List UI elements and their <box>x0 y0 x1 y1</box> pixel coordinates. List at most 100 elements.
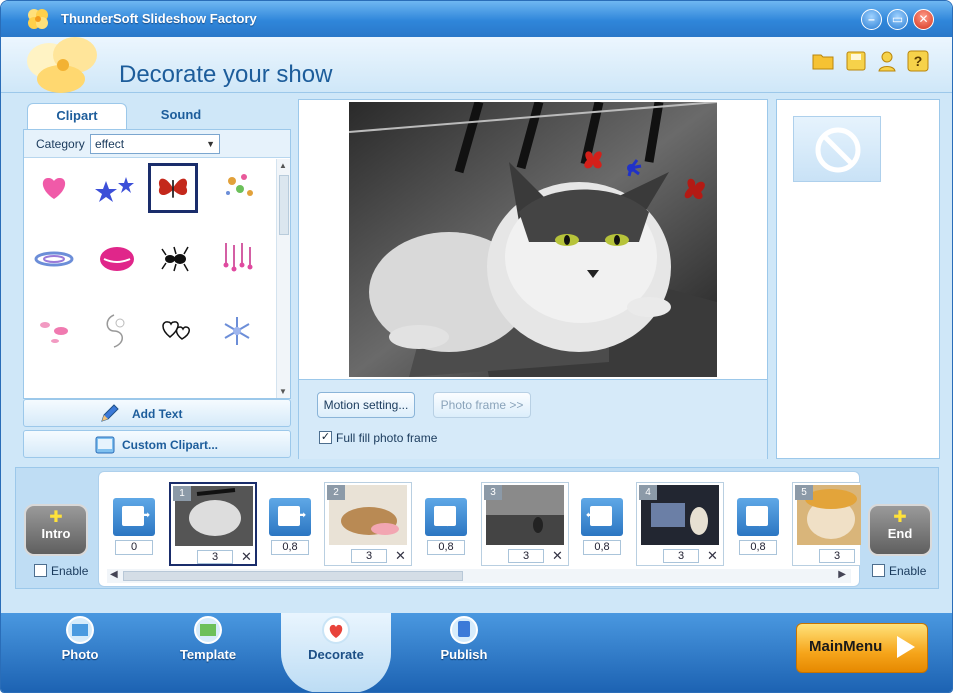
slide-duration[interactable]: 3 <box>197 550 233 564</box>
main-area: Clipart Sound Category effect ▼ ▲ ▼ Add … <box>1 93 952 613</box>
transition-duration[interactable]: 0 <box>115 540 153 555</box>
transition-duration[interactable]: 0,8 <box>427 540 465 555</box>
scroll-down-icon[interactable]: ▼ <box>279 387 287 396</box>
remove-slide-icon[interactable]: ✕ <box>707 548 718 564</box>
slide-duration[interactable]: 3 <box>351 549 387 563</box>
intro-button[interactable]: ✚ Intro <box>24 504 88 556</box>
motion-setting-button[interactable]: Motion setting... <box>317 392 415 418</box>
scroll-thumb[interactable] <box>279 175 289 235</box>
scroll-right-icon[interactable]: ▶ <box>838 569 846 580</box>
remove-slide-icon[interactable]: ✕ <box>552 548 563 564</box>
remove-slide-icon[interactable]: ✕ <box>241 549 252 565</box>
no-entry-icon <box>815 127 861 173</box>
end-enable-label[interactable]: Enable <box>889 564 926 578</box>
transition-item[interactable]: ⬇ 0,8 <box>737 498 779 556</box>
clipart-drops-icon[interactable] <box>212 233 262 283</box>
nav-decorate-label: Decorate <box>308 647 364 662</box>
photo-frame-button[interactable]: Photo frame >> <box>433 392 531 418</box>
slide-item[interactable]: 1 3 ✕ <box>169 482 257 566</box>
transition-icon: ➡ <box>269 498 311 536</box>
nav-photo[interactable]: Photo <box>25 613 135 692</box>
plus-icon: ✚ <box>49 509 63 526</box>
minimize-button[interactable]: – <box>861 9 882 30</box>
transition-item[interactable]: ⬅ 0,8 <box>581 498 623 556</box>
slide-duration[interactable]: 3 <box>508 549 544 563</box>
scroll-left-icon[interactable]: ◀ <box>110 569 118 580</box>
clipart-snowflake-icon[interactable] <box>212 305 262 355</box>
publish-icon <box>450 616 478 644</box>
timeline-scrollbar[interactable]: ◀ ▶ <box>107 569 851 583</box>
custom-clipart-label: Custom Clipart... <box>122 438 219 452</box>
close-button[interactable]: ✕ <box>913 9 934 30</box>
category-row: Category effect ▼ <box>24 130 290 158</box>
remove-slide-icon[interactable]: ✕ <box>395 548 406 564</box>
template-icon <box>194 616 222 644</box>
slide-item[interactable]: 4 3 ✕ <box>636 482 724 566</box>
slide-item[interactable]: 3 3 ✕ <box>481 482 569 566</box>
clipart-scrollbar[interactable]: ▲ ▼ <box>276 159 290 398</box>
title-bar[interactable]: ThunderSoft Slideshow Factory – ▭ ✕ <box>1 1 952 37</box>
scroll-thumb[interactable] <box>123 571 463 581</box>
maximize-button[interactable]: ▭ <box>887 9 908 30</box>
cat-photo-image <box>349 102 717 377</box>
clipart-ant-icon[interactable] <box>150 233 200 283</box>
tab-clipart[interactable]: Clipart <box>27 103 127 129</box>
clipart-hearts-icon[interactable] <box>150 305 200 355</box>
save-icon[interactable] <box>844 49 868 73</box>
slide-item[interactable]: 5 3 <box>792 482 861 566</box>
full-fill-checkbox[interactable]: ✓ <box>319 431 332 444</box>
end-button[interactable]: ✚ End <box>868 504 932 556</box>
transition-icon: ⬇ <box>737 498 779 536</box>
slide-duration[interactable]: 3 <box>819 549 855 563</box>
transition-icon: ⬇ <box>425 498 467 536</box>
pencil-icon <box>101 404 119 422</box>
butterfly-icon <box>158 178 188 198</box>
clipart-stars-icon[interactable] <box>92 163 142 213</box>
arrow-right-icon <box>897 636 915 658</box>
clipart-panel: Clipart Sound Category effect ▼ ▲ ▼ Add … <box>13 93 295 459</box>
slide-number: 5 <box>795 485 813 500</box>
nav-publish[interactable]: Publish <box>409 613 519 692</box>
slide-item[interactable]: 2 3 ✕ <box>324 482 412 566</box>
window-title: ThunderSoft Slideshow Factory <box>61 11 257 26</box>
intro-enable-label[interactable]: Enable <box>51 564 88 578</box>
clipart-lips-icon[interactable] <box>92 233 142 283</box>
clipart-sparkles-icon[interactable] <box>212 163 262 213</box>
nav-template[interactable]: Template <box>153 613 263 692</box>
main-menu-button[interactable]: MainMenu <box>796 623 928 673</box>
clipart-heart-icon[interactable] <box>29 163 79 213</box>
tab-sound[interactable]: Sound <box>131 103 231 129</box>
slide-duration[interactable]: 3 <box>663 549 699 563</box>
transition-item[interactable]: ⬇ 0,8 <box>425 498 467 556</box>
transition-icon: ➡ <box>113 498 155 536</box>
transition-duration[interactable]: 0,8 <box>583 540 621 555</box>
help-person-icon[interactable] <box>875 49 899 73</box>
svg-text:?: ? <box>914 53 923 69</box>
folder-icon[interactable] <box>811 49 835 73</box>
help-icon[interactable]: ? <box>906 49 930 73</box>
transition-item[interactable]: ➡ 0 <box>113 498 155 556</box>
clipart-butterfly-icon[interactable] <box>148 163 198 213</box>
properties-panel <box>776 99 940 459</box>
slide-number: 2 <box>327 485 345 500</box>
clipart-ring-icon[interactable] <box>29 233 79 283</box>
clipart-swirl-icon[interactable] <box>92 305 142 355</box>
preview-controls: Motion setting... Photo frame >> ✓ Full … <box>299 379 767 459</box>
intro-enable-checkbox[interactable] <box>34 564 47 577</box>
add-text-button[interactable]: Add Text <box>23 399 291 427</box>
clipart-petals-icon[interactable] <box>29 305 79 355</box>
main-menu-label: MainMenu <box>809 638 883 655</box>
slide-number: 1 <box>173 486 191 501</box>
nav-decorate[interactable]: Decorate <box>281 613 391 692</box>
full-fill-label[interactable]: Full fill photo frame <box>336 431 437 445</box>
preview-photo[interactable] <box>349 102 717 377</box>
scroll-up-icon[interactable]: ▲ <box>279 161 287 170</box>
custom-clipart-button[interactable]: Custom Clipart... <box>23 430 291 458</box>
transition-duration[interactable]: 0,8 <box>739 540 777 555</box>
transition-duration[interactable]: 0,8 <box>271 540 309 555</box>
category-select[interactable]: effect ▼ <box>90 134 220 154</box>
transition-item[interactable]: ➡ 0,8 <box>269 498 311 556</box>
slide-number: 4 <box>639 485 657 500</box>
end-enable-checkbox[interactable] <box>872 564 885 577</box>
photo-icon <box>66 616 94 644</box>
